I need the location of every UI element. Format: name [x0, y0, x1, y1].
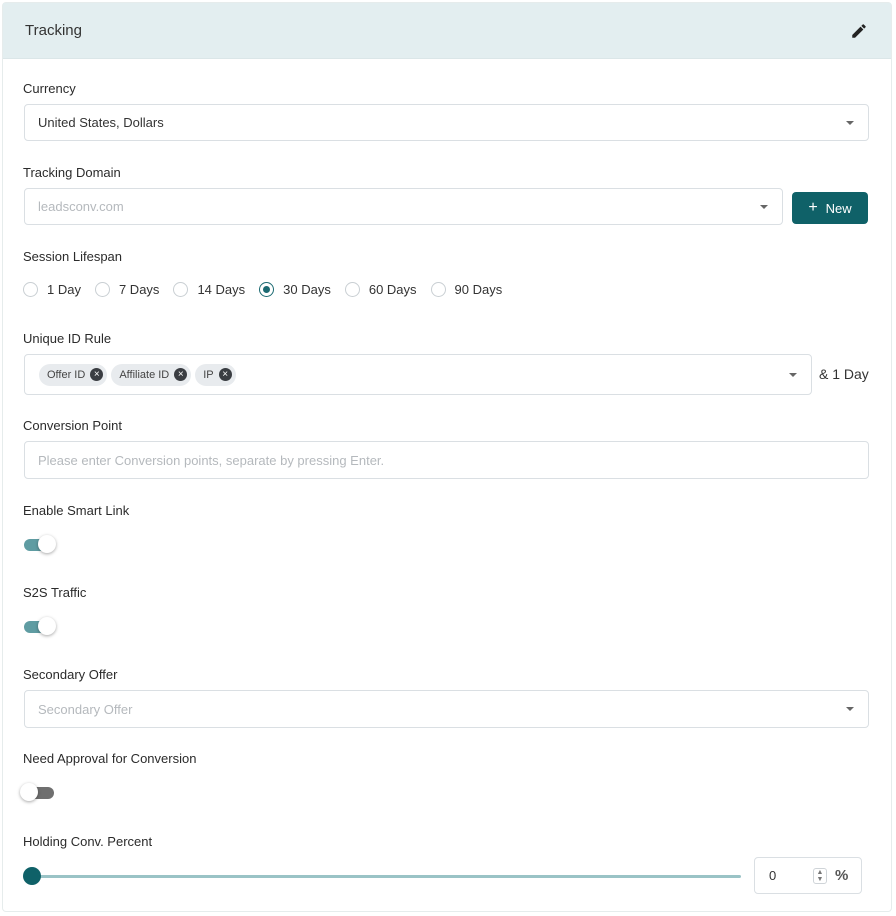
- smart-link-toggle[interactable]: [24, 534, 56, 554]
- tracking-domain-select[interactable]: leadsconv.com: [24, 188, 783, 225]
- smart-link-label: Enable Smart Link: [23, 503, 130, 518]
- session-lifespan-label: Session Lifespan: [23, 249, 123, 264]
- conversion-point-placeholder: Please enter Conversion points, separate…: [38, 452, 385, 468]
- currency-value: United States, Dollars: [38, 115, 164, 130]
- close-icon[interactable]: ×: [90, 368, 104, 381]
- pencil-icon[interactable]: [849, 21, 869, 41]
- radio-circle[interactable]: [173, 281, 189, 297]
- secondary-offer-select[interactable]: Secondary Offer: [24, 690, 869, 728]
- radio-14-days[interactable]: 14 Days: [173, 281, 246, 297]
- new-domain-button[interactable]: + New: [792, 192, 868, 224]
- s2s-traffic-toggle[interactable]: [24, 616, 56, 636]
- tag-offer-id: Offer ID ×: [39, 363, 108, 386]
- holding-percent-input[interactable]: 0 ▲ ▼ %: [754, 857, 862, 894]
- toggle-knob: [20, 783, 38, 801]
- radio-label: 14 Days: [197, 281, 246, 297]
- unique-id-rule-label: Unique ID Rule: [23, 331, 112, 346]
- stepper-icon[interactable]: ▲ ▼: [813, 868, 827, 884]
- close-icon[interactable]: ×: [218, 368, 232, 381]
- chevron-down-icon: [846, 120, 854, 125]
- tracking-domain-placeholder: leadsconv.com: [38, 199, 124, 214]
- approval-label: Need Approval for Conversion: [23, 751, 197, 766]
- radio-circle[interactable]: [23, 281, 38, 297]
- secondary-offer-label: Secondary Offer: [23, 667, 118, 682]
- toggle-knob: [38, 535, 56, 553]
- conversion-point-input[interactable]: Please enter Conversion points, separate…: [24, 441, 869, 479]
- approval-toggle[interactable]: [20, 782, 54, 802]
- conversion-point-label: Conversion Point: [23, 418, 122, 433]
- holding-percent-slider[interactable]: [23, 866, 741, 886]
- radio-60-days[interactable]: 60 Days: [344, 281, 417, 297]
- radio-circle-checked[interactable]: [259, 281, 275, 297]
- radio-30-days[interactable]: 30 Days: [259, 281, 331, 297]
- unique-id-rule-select[interactable]: Offer ID × Affiliate ID × IP ×: [24, 354, 812, 395]
- holding-percent-label: Holding Conv. Percent: [23, 834, 153, 849]
- new-domain-button-label: New: [825, 200, 852, 216]
- s2s-traffic-label: S2S Traffic: [23, 585, 87, 600]
- radio-label: 30 Days: [283, 281, 331, 297]
- radio-label: 1 Day: [47, 281, 81, 297]
- radio-circle[interactable]: [430, 281, 446, 297]
- radio-circle[interactable]: [94, 281, 110, 297]
- card-title: Tracking: [25, 22, 82, 39]
- slider-rail: [31, 875, 741, 878]
- radio-label: 60 Days: [368, 281, 417, 297]
- card-header: Tracking: [3, 3, 891, 59]
- tag-label: Offer ID: [47, 368, 86, 381]
- radio-90-days[interactable]: 90 Days: [430, 281, 503, 297]
- toggle-knob: [38, 617, 56, 635]
- radio-label: 90 Days: [454, 281, 503, 297]
- chevron-down-icon: [760, 204, 768, 209]
- radio-circle[interactable]: [344, 281, 360, 297]
- tag-label: IP: [203, 368, 214, 381]
- chevron-down-icon: [789, 372, 797, 377]
- plus-icon: +: [808, 198, 818, 216]
- tag-affiliate-id: Affiliate ID ×: [111, 363, 192, 386]
- close-icon[interactable]: ×: [174, 368, 188, 381]
- tracking-domain-label: Tracking Domain: [23, 165, 121, 180]
- tag-ip: IP ×: [195, 363, 236, 386]
- radio-1-day[interactable]: 1 Day: [23, 281, 81, 297]
- percent-icon: %: [835, 867, 849, 884]
- session-lifespan-radio-group: 1 Day 7 Days 14 Days 30 Days 60 Days 90 …: [23, 280, 516, 298]
- unique-id-rule-suffix: & 1 Day: [819, 366, 869, 382]
- radio-7-days[interactable]: 7 Days: [94, 281, 160, 297]
- holding-percent-value: 0: [769, 868, 777, 883]
- radio-label: 7 Days: [118, 281, 160, 297]
- currency-label: Currency: [23, 81, 76, 96]
- slider-thumb[interactable]: [23, 867, 41, 885]
- tag-list: Offer ID × Affiliate ID × IP ×: [39, 363, 236, 386]
- secondary-offer-placeholder: Secondary Offer: [38, 701, 133, 717]
- chevron-down-icon: [846, 707, 854, 711]
- tag-label: Affiliate ID: [119, 368, 170, 381]
- currency-select[interactable]: United States, Dollars: [24, 104, 869, 141]
